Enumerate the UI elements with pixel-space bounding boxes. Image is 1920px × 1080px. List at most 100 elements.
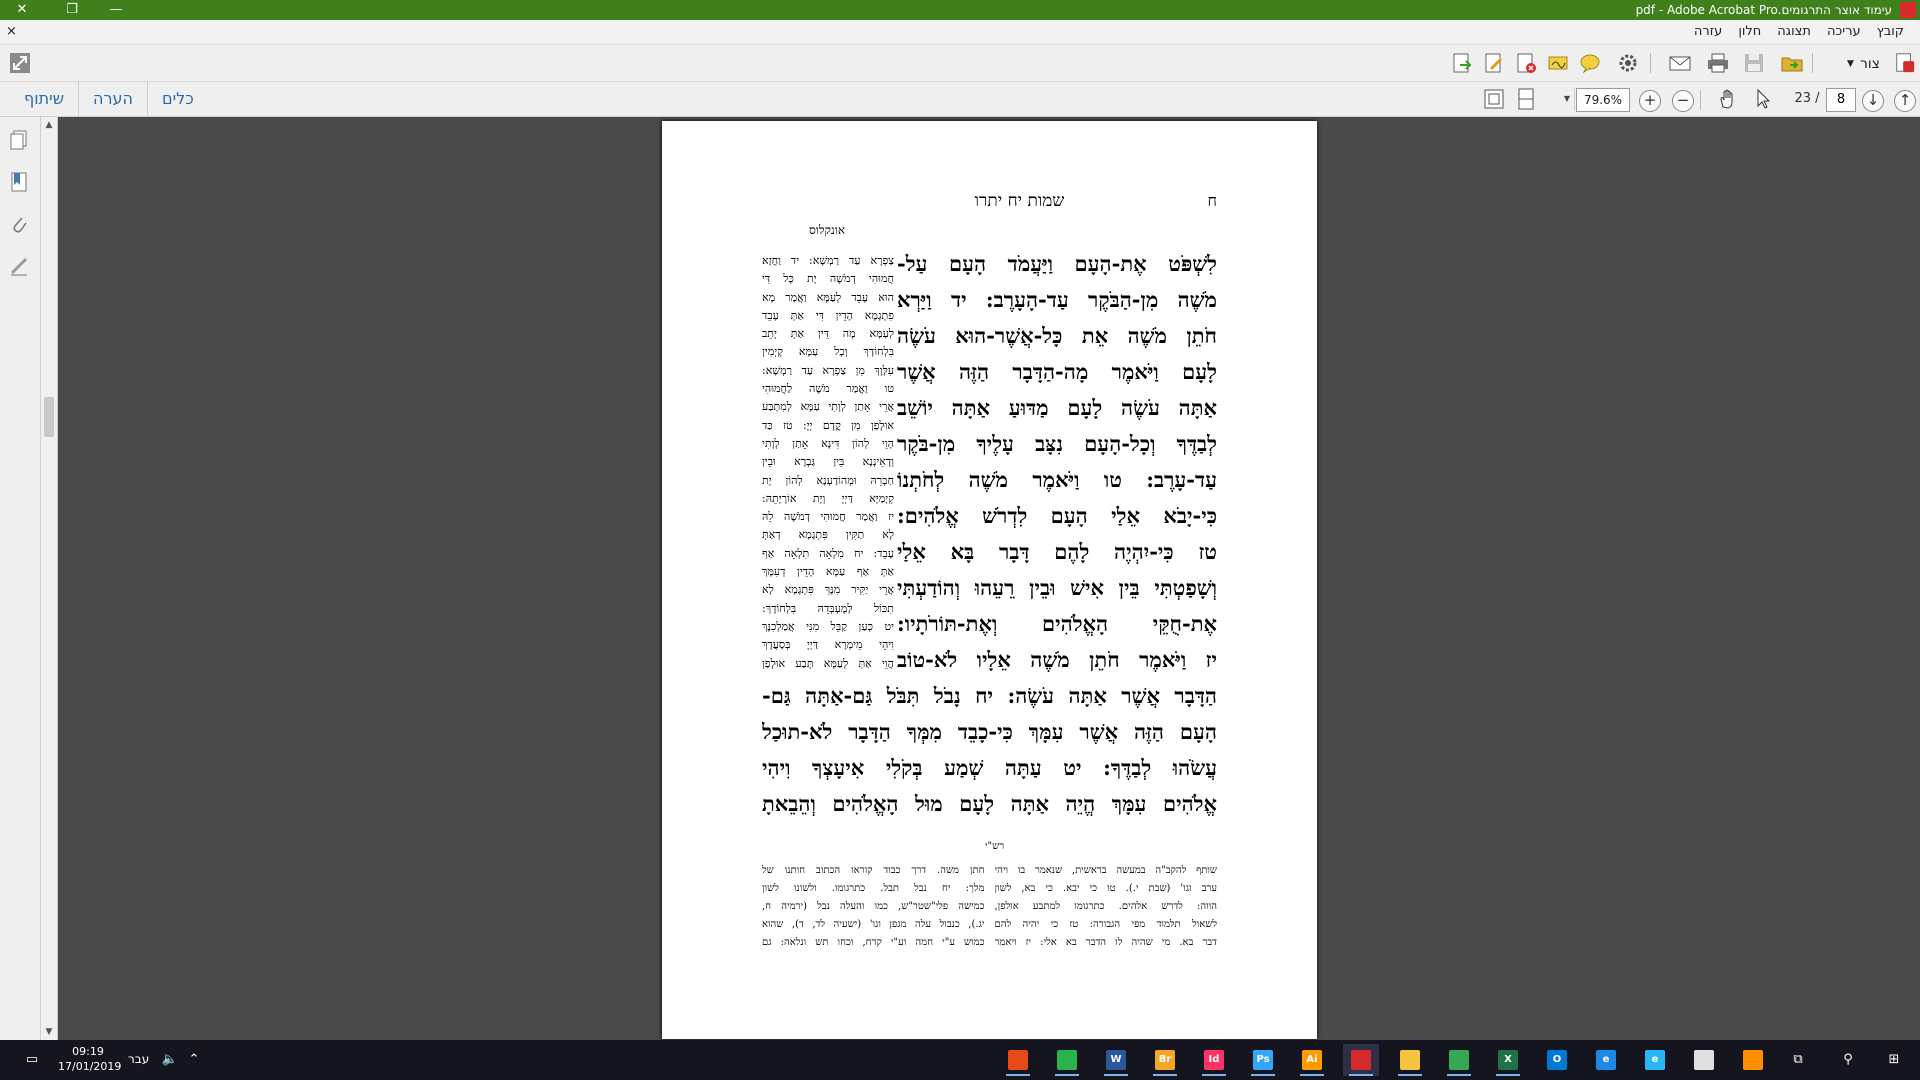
- search-icon[interactable]: ⚲: [1838, 1050, 1858, 1070]
- tools-link[interactable]: כלים: [148, 82, 208, 116]
- zoom-input[interactable]: 79.6%: [1576, 88, 1630, 112]
- zoom-in-button[interactable]: +: [1639, 90, 1661, 112]
- menu-file[interactable]: קובץ: [1869, 20, 1912, 44]
- chrome-app-button[interactable]: [1441, 1044, 1477, 1076]
- print-icon[interactable]: [1706, 51, 1730, 75]
- explorer-app-button[interactable]: [1392, 1044, 1428, 1076]
- close-document-button[interactable]: ×: [6, 20, 17, 44]
- onkelos-line: יט כְּעַן קַבֵּל מִנִּי אֲמַלְכִנָּךְ: [762, 619, 894, 633]
- save-icon[interactable]: [1742, 51, 1766, 75]
- gear-icon[interactable]: [1616, 51, 1640, 75]
- scroll-up-arrow[interactable]: ▲: [41, 117, 57, 133]
- delete-pages-icon[interactable]: [1514, 51, 1538, 75]
- pdf-app-button[interactable]: [1343, 1044, 1379, 1076]
- photoshop-app-button[interactable]: Ps: [1245, 1044, 1281, 1076]
- attachments-icon[interactable]: [8, 213, 30, 235]
- page-thumbnails-icon[interactable]: [8, 129, 30, 151]
- next-page-button[interactable]: ↓: [1862, 90, 1884, 112]
- secondary-toolbar: שיתוף הערה כלים ▼ 79.6% + − 23 / 8 ↓ ↑: [0, 82, 1920, 117]
- running-indicator: [1398, 1074, 1422, 1076]
- onkelos-line: צַפְרָא עַד רַמְשָׁא: יד וַחֲזָא: [762, 254, 894, 267]
- email-icon[interactable]: [1668, 51, 1692, 75]
- rashi-line: כמישה פלי"שטר"ש, כמו והעלה נבל (ירמיה ח,: [762, 901, 985, 912]
- menu-edit[interactable]: עריכה: [1819, 20, 1869, 44]
- rashi-line: הווה: לדרש אלהים. כתרגומו למתבע אולפן,: [994, 901, 1218, 912]
- signatures-icon[interactable]: [8, 255, 30, 277]
- rashi-heading: רש"י: [984, 841, 1005, 852]
- windows-start-icon[interactable]: ⊞: [1884, 1050, 1904, 1070]
- menu-help[interactable]: עזרה: [1686, 20, 1730, 44]
- excel-app-button[interactable]: X: [1490, 1044, 1526, 1076]
- comment-icon[interactable]: [1578, 51, 1602, 75]
- running-indicator: [1447, 1074, 1471, 1076]
- close-window-button[interactable]: ✕: [0, 0, 44, 20]
- fit-page-icon[interactable]: [1482, 87, 1506, 111]
- volume-icon[interactable]: 🔈: [160, 1050, 180, 1070]
- search-app-button[interactable]: [1735, 1044, 1771, 1076]
- edge-app-icon: e: [1596, 1050, 1616, 1070]
- outlook-app-icon: O: [1547, 1050, 1567, 1070]
- scroll-thumb[interactable]: [44, 397, 54, 437]
- hand-tool-icon[interactable]: [1716, 87, 1740, 111]
- indesign-app-button[interactable]: Id: [1196, 1044, 1232, 1076]
- action-center-icon[interactable]: ▭: [22, 1050, 42, 1070]
- edge-app-button[interactable]: e: [1588, 1044, 1624, 1076]
- create-pdf-icon[interactable]: [1894, 52, 1916, 74]
- torah-line: מֹשֶׁה מִן-הַבֹּקֶר עַד-הָעָרֶב: יד וַיַ…: [897, 287, 1217, 312]
- onkelos-line: לָא תַקִּין פִּתְגָמָא דְאַתְּ: [762, 528, 894, 542]
- toolbar-divider: [1812, 53, 1813, 73]
- illustrator-app-button[interactable]: Ai: [1294, 1044, 1330, 1076]
- onkelos-line: הָוֵי לְהוֹן דִּינָא אָתַן לְוָתִי: [762, 436, 894, 450]
- running-indicator: [1300, 1074, 1324, 1076]
- sign-icon[interactable]: [1546, 51, 1570, 75]
- word-app-button[interactable]: W: [1098, 1044, 1134, 1076]
- vertical-scrollbar[interactable]: ▲ ▼: [41, 117, 58, 1040]
- bookmarks-icon[interactable]: [8, 171, 30, 193]
- ie-app-button[interactable]: e: [1637, 1044, 1673, 1076]
- excel-app-icon: X: [1498, 1050, 1518, 1070]
- comment-link[interactable]: הערה: [79, 82, 148, 116]
- minimize-window-button[interactable]: —: [94, 0, 138, 20]
- menu-view[interactable]: תצוגה: [1769, 20, 1819, 44]
- previous-page-button[interactable]: ↑: [1894, 90, 1916, 112]
- onkelos-line: אַתְּ אַף עַמָּא הָדֵין דְעִמָּךְ: [762, 565, 894, 579]
- acrobat-app-button[interactable]: [1000, 1044, 1036, 1076]
- open-folder-icon[interactable]: [1780, 51, 1804, 75]
- onkelos-line: אֲרֵי יַקִּיר מִנָּךְ פִּתְגָמָא לָא: [762, 583, 894, 597]
- torah-line: לָעָם וַיֹּאמֶר מָה-הַדָּבָר הַזֶּה אֲשֶ…: [897, 359, 1217, 384]
- export-icon[interactable]: [1450, 51, 1474, 75]
- camtasia-app-icon: [1057, 1050, 1077, 1070]
- running-indicator: [1202, 1074, 1226, 1076]
- fullscreen-icon[interactable]: [8, 51, 32, 75]
- running-indicator: [1055, 1074, 1079, 1076]
- select-tool-icon[interactable]: [1752, 87, 1776, 111]
- explorer-app-icon: [1400, 1050, 1420, 1070]
- task-view-icon[interactable]: ⧉: [1788, 1050, 1808, 1070]
- create-button[interactable]: ▼ צור: [1847, 53, 1880, 75]
- page-number-input[interactable]: 8: [1826, 88, 1856, 112]
- share-link[interactable]: שיתוף: [10, 82, 80, 116]
- onkelos-line: פִתְגָמָא הָדֵין דִּי אַתְּ עָבֵד: [762, 308, 894, 322]
- zoom-dropdown[interactable]: ▼: [1560, 88, 1575, 110]
- edit-pdf-icon[interactable]: [1482, 51, 1506, 75]
- clock-date: 17/01/2019: [58, 1060, 122, 1073]
- paint-app-button[interactable]: [1686, 1044, 1722, 1076]
- torah-line: אֱלֹהִים עִמָּךְ הֱיֵה אַתָּה לָעָם מוּל…: [762, 791, 1217, 816]
- scroll-mode-icon[interactable]: [1514, 87, 1538, 111]
- onkelos-heading: אונקלוס: [808, 223, 846, 237]
- language-indicator[interactable]: עבר: [128, 1052, 149, 1066]
- menu-window[interactable]: חלון: [1730, 20, 1769, 44]
- zoom-out-button[interactable]: −: [1672, 90, 1694, 112]
- onkelos-line: חַבְרֵהּ וּמְהוֹדַעְנָא לְהוֹן יָת: [762, 473, 894, 487]
- clock[interactable]: 09:19 17/01/2019: [58, 1044, 122, 1076]
- scroll-down-arrow[interactable]: ▼: [41, 1024, 57, 1040]
- chevron-up-icon[interactable]: ⌃: [184, 1050, 204, 1070]
- torah-line: אַתָּה עֹשֶׂה לָעָם מַדּוּעַ אַתָּה יוֹש…: [897, 395, 1217, 420]
- bridge-app-button[interactable]: Br: [1147, 1044, 1183, 1076]
- restore-window-button[interactable]: ❐: [50, 0, 94, 20]
- running-indicator: [1153, 1074, 1177, 1076]
- camtasia-app-button[interactable]: [1049, 1044, 1085, 1076]
- title-bar: ✕ ❐ — pdf - Adobe Acrobat Pro.עימוד אוצר…: [0, 0, 1920, 20]
- running-indicator: [1251, 1074, 1275, 1076]
- outlook-app-button[interactable]: O: [1539, 1044, 1575, 1076]
